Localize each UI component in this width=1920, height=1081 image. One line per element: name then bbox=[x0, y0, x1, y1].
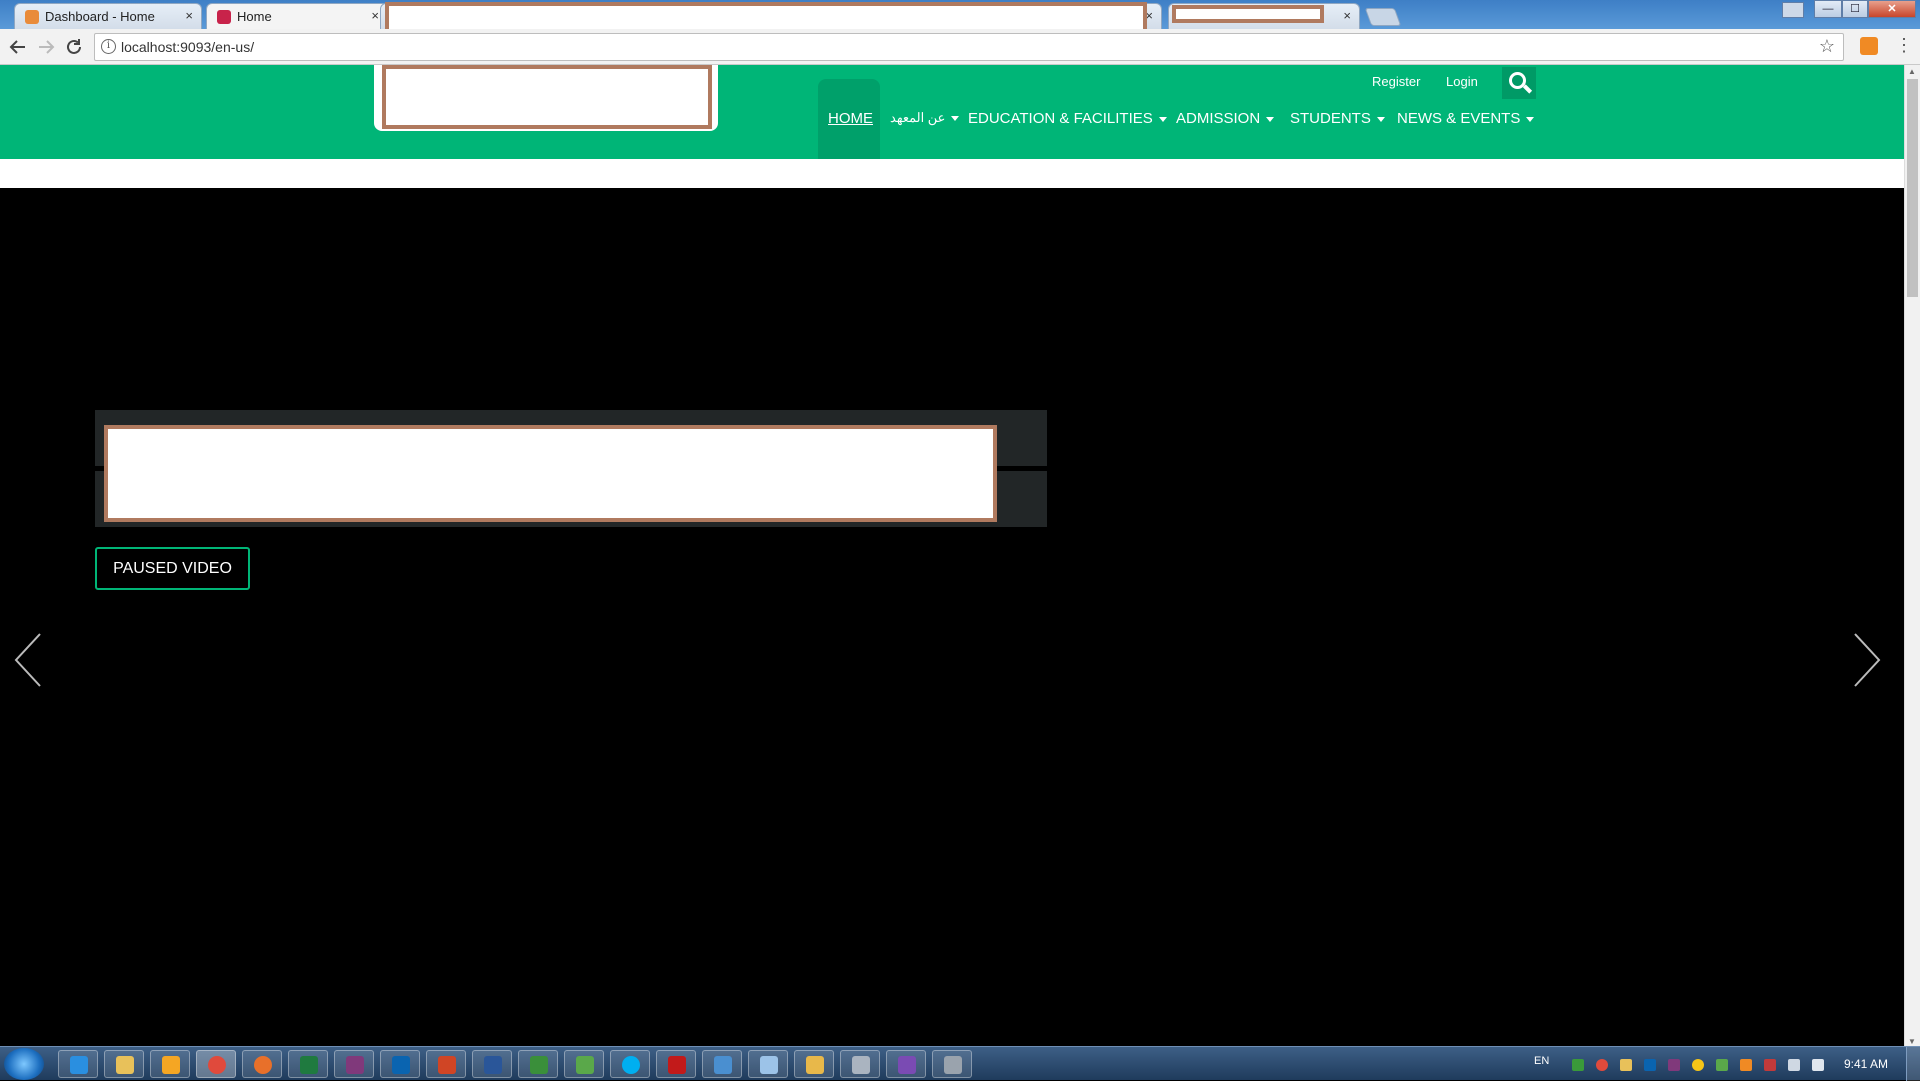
header-spacer bbox=[0, 159, 1904, 188]
network-icon[interactable] bbox=[932, 1050, 972, 1078]
tray-outlook-icon[interactable] bbox=[1644, 1059, 1656, 1071]
acrobat-icon[interactable] bbox=[656, 1050, 696, 1078]
nav-news-label: NEWS & EVENTS bbox=[1397, 110, 1521, 127]
nav-home[interactable]: HOME bbox=[828, 110, 873, 127]
remote-desktop-icon[interactable] bbox=[702, 1050, 742, 1078]
page-scrollbar[interactable]: ▲ ▼ bbox=[1904, 65, 1920, 1050]
tools-icon[interactable] bbox=[840, 1050, 880, 1078]
show-desktop-button[interactable] bbox=[1906, 1047, 1920, 1081]
nav-education-facilities[interactable]: EDUCATION & FACILITIES bbox=[968, 110, 1167, 127]
onenote-icon[interactable] bbox=[334, 1050, 374, 1078]
dashboard-favicon-icon bbox=[25, 10, 39, 24]
tray-shield-icon[interactable] bbox=[1620, 1059, 1632, 1071]
hero-caption bbox=[95, 410, 1047, 527]
nav-students-label: STUDENTS bbox=[1290, 110, 1371, 127]
taskbar-clock[interactable]: 9:41 AM bbox=[1844, 1057, 1888, 1071]
skype-icon[interactable] bbox=[610, 1050, 650, 1078]
windows-taskbar: EN 9:41 AM bbox=[0, 1046, 1920, 1081]
bookmark-star-icon[interactable]: ☆ bbox=[1819, 36, 1835, 57]
tab-home[interactable]: Home × bbox=[206, 3, 388, 29]
tray-volume-icon[interactable] bbox=[1812, 1059, 1824, 1071]
project-icon[interactable] bbox=[518, 1050, 558, 1078]
tray-warning-icon[interactable] bbox=[1692, 1059, 1704, 1071]
scroll-down-icon[interactable]: ▼ bbox=[1908, 1037, 1916, 1046]
hero-video-slider: PAUSED VIDEO bbox=[0, 188, 1904, 1050]
chevron-down-icon bbox=[1266, 116, 1275, 122]
forward-arrow-icon[interactable] bbox=[34, 35, 58, 59]
chevron-right-icon[interactable] bbox=[1845, 630, 1885, 690]
tray-app3-icon[interactable] bbox=[1740, 1059, 1752, 1071]
chevron-down-icon bbox=[951, 116, 960, 122]
visual-studio-icon[interactable] bbox=[886, 1050, 926, 1078]
nav-admission[interactable]: ADMISSION bbox=[1176, 110, 1275, 127]
file-explorer-icon[interactable] bbox=[104, 1050, 144, 1078]
tray-network-icon[interactable] bbox=[1788, 1059, 1800, 1071]
nav-about-label: عن المعهد bbox=[890, 110, 946, 125]
tray-onenote-icon[interactable] bbox=[1668, 1059, 1680, 1071]
site-header: Register Login HOME عن المعهد EDUCATION … bbox=[0, 65, 1904, 159]
nav-admission-label: ADMISSION bbox=[1176, 110, 1261, 127]
url-input[interactable]: i localhost:9093/en-us/ ☆ bbox=[94, 33, 1844, 61]
site-favicon-icon bbox=[217, 10, 231, 24]
nav-education-label: EDUCATION & FACILITIES bbox=[968, 110, 1153, 127]
paint-icon[interactable] bbox=[794, 1050, 834, 1078]
extension-icon[interactable] bbox=[1860, 37, 1878, 55]
tab-close-icon[interactable]: × bbox=[185, 8, 193, 23]
scroll-thumb[interactable] bbox=[1907, 79, 1918, 297]
excel-icon[interactable] bbox=[288, 1050, 328, 1078]
tab-close-icon[interactable]: × bbox=[371, 8, 379, 23]
chevron-down-icon bbox=[1376, 116, 1385, 122]
maximize-button[interactable]: ☐ bbox=[1842, 0, 1868, 18]
internet-explorer-icon[interactable] bbox=[58, 1050, 98, 1078]
tab-dashboard-home[interactable]: Dashboard - Home × bbox=[14, 3, 202, 29]
outlook-icon[interactable] bbox=[380, 1050, 420, 1078]
login-link[interactable]: Login bbox=[1446, 74, 1478, 89]
chrome-icon[interactable] bbox=[196, 1050, 236, 1078]
media-player-icon[interactable] bbox=[150, 1050, 190, 1078]
kebab-menu-icon[interactable]: ⋮ bbox=[1895, 35, 1913, 56]
new-tab-button[interactable] bbox=[1364, 8, 1402, 26]
site-logo[interactable] bbox=[374, 65, 718, 131]
powerpoint-icon[interactable] bbox=[426, 1050, 466, 1078]
tab-title: Dashboard - Home bbox=[45, 9, 155, 24]
nav-students[interactable]: STUDENTS bbox=[1290, 110, 1385, 127]
redacted-tab-title bbox=[1172, 5, 1324, 23]
firefox-icon[interactable] bbox=[242, 1050, 282, 1078]
notepad-icon[interactable] bbox=[748, 1050, 788, 1078]
reload-icon[interactable] bbox=[62, 35, 86, 59]
word-icon[interactable] bbox=[472, 1050, 512, 1078]
address-bar: i localhost:9093/en-us/ ☆ ⋮ bbox=[0, 29, 1920, 65]
browser-tabstrip: Dashboard - Home × Home × × × — ☐ ✕ bbox=[0, 0, 1920, 33]
paused-video-button[interactable]: PAUSED VIDEO bbox=[95, 547, 250, 590]
scroll-up-icon[interactable]: ▲ bbox=[1908, 67, 1916, 76]
tray-app-icon[interactable] bbox=[1572, 1059, 1584, 1071]
register-link[interactable]: Register bbox=[1372, 74, 1420, 89]
close-window-button[interactable]: ✕ bbox=[1868, 0, 1916, 18]
tab-title: Home bbox=[237, 9, 272, 24]
language-indicator[interactable]: EN bbox=[1534, 1055, 1549, 1067]
chevron-left-icon[interactable] bbox=[10, 630, 50, 690]
search-button[interactable] bbox=[1502, 67, 1536, 99]
tab-close-icon[interactable]: × bbox=[1343, 8, 1351, 23]
redacted-logo bbox=[382, 65, 712, 129]
redacted-caption-text bbox=[104, 425, 997, 522]
profile-icon[interactable] bbox=[1782, 2, 1804, 18]
back-arrow-icon[interactable] bbox=[6, 35, 30, 59]
chevron-down-icon bbox=[1158, 116, 1167, 122]
nav-about[interactable]: عن المعهد bbox=[890, 110, 960, 126]
tray-flag-icon[interactable] bbox=[1764, 1059, 1776, 1071]
tray-chrome-icon[interactable] bbox=[1596, 1059, 1608, 1071]
chevron-down-icon bbox=[1526, 116, 1535, 122]
nav-news-events[interactable]: NEWS & EVENTS bbox=[1397, 110, 1535, 127]
minimize-button[interactable]: — bbox=[1814, 0, 1842, 18]
url-text[interactable]: localhost:9093/en-us/ bbox=[121, 39, 254, 55]
tray-app2-icon[interactable] bbox=[1716, 1059, 1728, 1071]
visio-icon[interactable] bbox=[564, 1050, 604, 1078]
site-info-icon[interactable]: i bbox=[101, 39, 116, 54]
start-button[interactable] bbox=[4, 1048, 44, 1080]
